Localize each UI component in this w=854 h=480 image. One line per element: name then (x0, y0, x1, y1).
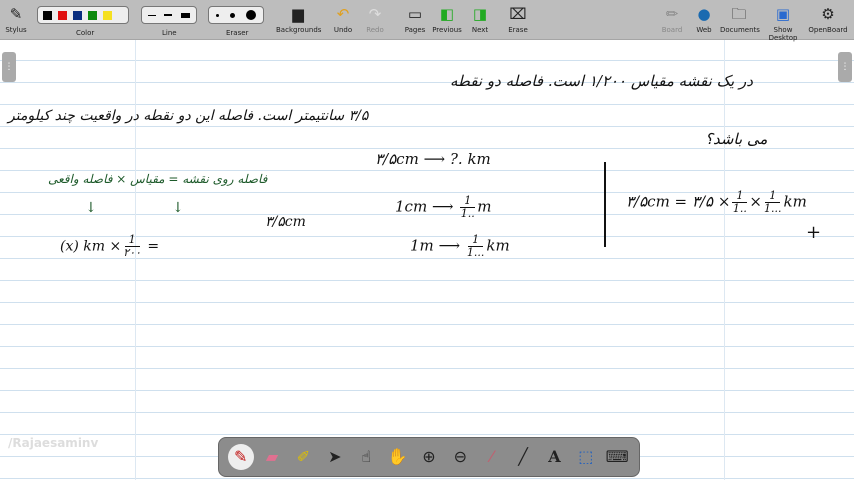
stylus-icon: ✎ (9, 5, 23, 23)
left-palette-handle[interactable]: ⋮ (2, 52, 16, 82)
color-picker (37, 6, 129, 24)
color-yellow[interactable] (103, 10, 112, 20)
down-arrow: ↓ (85, 200, 97, 216)
laser-pointer-icon[interactable]: ⁄ (479, 444, 505, 470)
board-button[interactable]: ✏ Board (660, 0, 684, 40)
formula-equation: (x) km × 1 ۲۰۰ = (60, 233, 160, 259)
zoom-in-icon[interactable]: ⊕ (416, 444, 442, 470)
right-palette-handle[interactable]: ⋮ (838, 52, 852, 82)
eraser-medium[interactable] (229, 12, 235, 18)
interact-tool-icon[interactable]: ☝ (353, 444, 379, 470)
documents-button[interactable]: 🗀 Documents (720, 0, 760, 40)
erase-button[interactable]: ⌧ Erase (506, 0, 530, 40)
down-arrow: ↓ (172, 200, 184, 216)
hand-tool-icon[interactable]: ✋ (385, 444, 411, 470)
globe-icon: ● (697, 5, 711, 23)
zoom-out-icon[interactable]: ⊖ (447, 444, 473, 470)
next-button[interactable]: ◨ Next (468, 0, 492, 40)
show-desktop-button[interactable]: ▣ Show Desktop (760, 0, 806, 42)
line-tool-icon[interactable]: ╱ (510, 444, 536, 470)
keyboard-icon[interactable]: ⌨ (604, 444, 630, 470)
whiteboard-canvas[interactable] (0, 40, 854, 480)
margin-line (724, 40, 725, 480)
line-medium[interactable] (164, 14, 173, 16)
pen-tool-icon[interactable]: ✎ (227, 444, 254, 470)
crosshair-cursor-icon: + (806, 222, 822, 243)
conversion-row-2: 1cm ⟶ 1 1.. m (395, 194, 492, 220)
line-thick[interactable] (180, 12, 190, 18)
eraser-large[interactable] (245, 10, 256, 20)
pages-button[interactable]: ▭ Pages (402, 0, 428, 40)
openboard-button[interactable]: ⚙ OpenBoard (808, 0, 848, 40)
conversion-row-3: 1m ⟶ 1 1... km (410, 233, 510, 259)
stylus-button[interactable]: ✎ Stylus (2, 0, 30, 40)
color-red[interactable] (58, 10, 67, 20)
brace-line (604, 162, 606, 247)
capture-tool-icon[interactable]: ⬚ (573, 444, 599, 470)
eraser-small[interactable] (216, 13, 220, 17)
folder-icon: 🗀 (731, 5, 747, 23)
eraser-label: Eraser (226, 29, 249, 37)
eraser-tool-icon[interactable]: ▰ (259, 444, 285, 470)
drawing-tools-dock: ✎ ▰ ✐ ➤ ☝ ✋ ⊕ ⊖ ⁄ ╱ A ⬚ ⌨ (218, 437, 640, 477)
color-green[interactable] (88, 10, 97, 20)
color-label: Color (76, 29, 95, 37)
undo-icon: ↶ (336, 5, 350, 23)
eraser-size-picker (208, 6, 264, 24)
top-toolbar: ✎ Stylus Color Line Eraser ▆ Backgrounds ↶… (0, 0, 854, 42)
previous-button[interactable]: ◧ Previous (432, 0, 462, 40)
result-equation: ۳/۵cm = ۳/۵ × 1 1.. × 1 1... km (626, 189, 807, 215)
erase-icon: ⌧ (509, 5, 527, 23)
question-line-3: می باشد؟ (705, 130, 768, 148)
backgrounds-icon: ▆ (292, 5, 304, 23)
margin-line (135, 40, 136, 480)
conversion-row-1: ۳/۵cm ⟶ ?. km (375, 150, 491, 168)
highlighter-tool-icon[interactable]: ✐ (290, 444, 316, 470)
color-blue[interactable] (73, 10, 82, 20)
formula-rhs: ۳/۵cm (265, 214, 306, 230)
formula-words: فاصله روی نقشه = مقیاس × فاصله واقعی (48, 172, 268, 186)
previous-page-icon: ◧ (439, 5, 455, 23)
line-label: Line (162, 29, 177, 37)
gear-icon: ⚙ (821, 5, 835, 23)
question-line-1: در یک نقشه مقیاس ۱/۲۰۰ است. فاصله دو نقط… (450, 72, 753, 90)
pages-icon: ▭ (407, 5, 423, 23)
selector-tool-icon[interactable]: ➤ (322, 444, 348, 470)
line-thin[interactable] (148, 14, 157, 16)
redo-icon: ↷ (368, 5, 382, 23)
line-width-picker (141, 6, 197, 24)
text-tool-icon[interactable]: A (541, 444, 567, 470)
watermark: /Rajaesaminv (8, 436, 99, 450)
question-line-2: ۳/۵ سانتیمتر است. فاصله این دو نقطه در و… (8, 108, 369, 124)
board-icon: ✏ (665, 5, 679, 23)
monitor-icon: ▣ (775, 5, 791, 23)
backgrounds-button[interactable]: ▆ Backgrounds (276, 0, 321, 40)
next-page-icon: ◨ (472, 5, 488, 23)
web-button[interactable]: ● Web (692, 0, 716, 40)
color-black[interactable] (43, 10, 52, 20)
undo-button[interactable]: ↶ Undo (330, 0, 356, 40)
redo-button[interactable]: ↷ Redo (362, 0, 388, 40)
